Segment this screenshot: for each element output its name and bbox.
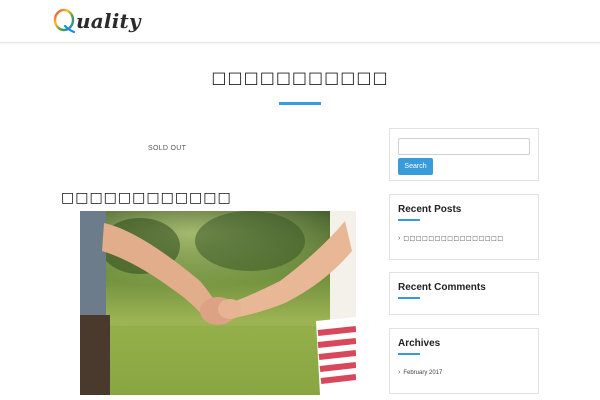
recent-posts-widget: Recent Posts › □□□□□□□□□□□□□□□□ <box>389 194 539 260</box>
chevron-right-icon: › <box>398 369 401 376</box>
title-underline <box>279 102 321 105</box>
post-featured-image[interactable] <box>80 211 356 395</box>
search-input[interactable] <box>398 138 530 155</box>
widget-title-underline <box>398 353 420 355</box>
search-button[interactable]: Search <box>398 158 433 175</box>
archives-widget: Archives › February 2017 <box>389 328 539 394</box>
widget-title-underline <box>398 219 420 221</box>
logo-text: uality <box>76 9 141 33</box>
sold-out-label: SOLD OUT <box>148 145 187 152</box>
recent-post-label: □□□□□□□□□□□□□□□□ <box>403 235 504 242</box>
recent-post-link[interactable]: › □□□□□□□□□□□□□□□□ <box>398 235 504 242</box>
search-widget: Search <box>389 128 539 181</box>
archive-label: February 2017 <box>403 369 443 376</box>
logo-q-icon <box>53 8 76 34</box>
recent-comments-title: Recent Comments <box>398 282 486 293</box>
post-title[interactable]: □□□□□□□□□□□□ <box>61 190 232 206</box>
chevron-right-icon: › <box>398 235 401 242</box>
widget-title-underline <box>398 297 420 299</box>
site-logo[interactable]: uality <box>53 6 141 36</box>
archive-link[interactable]: › February 2017 <box>398 369 442 376</box>
page-title: □□□□□□□□□□□ <box>211 68 389 87</box>
site-header: uality <box>0 0 600 43</box>
recent-posts-title: Recent Posts <box>398 204 462 215</box>
archives-title: Archives <box>398 338 441 349</box>
recent-comments-widget: Recent Comments <box>389 272 539 315</box>
